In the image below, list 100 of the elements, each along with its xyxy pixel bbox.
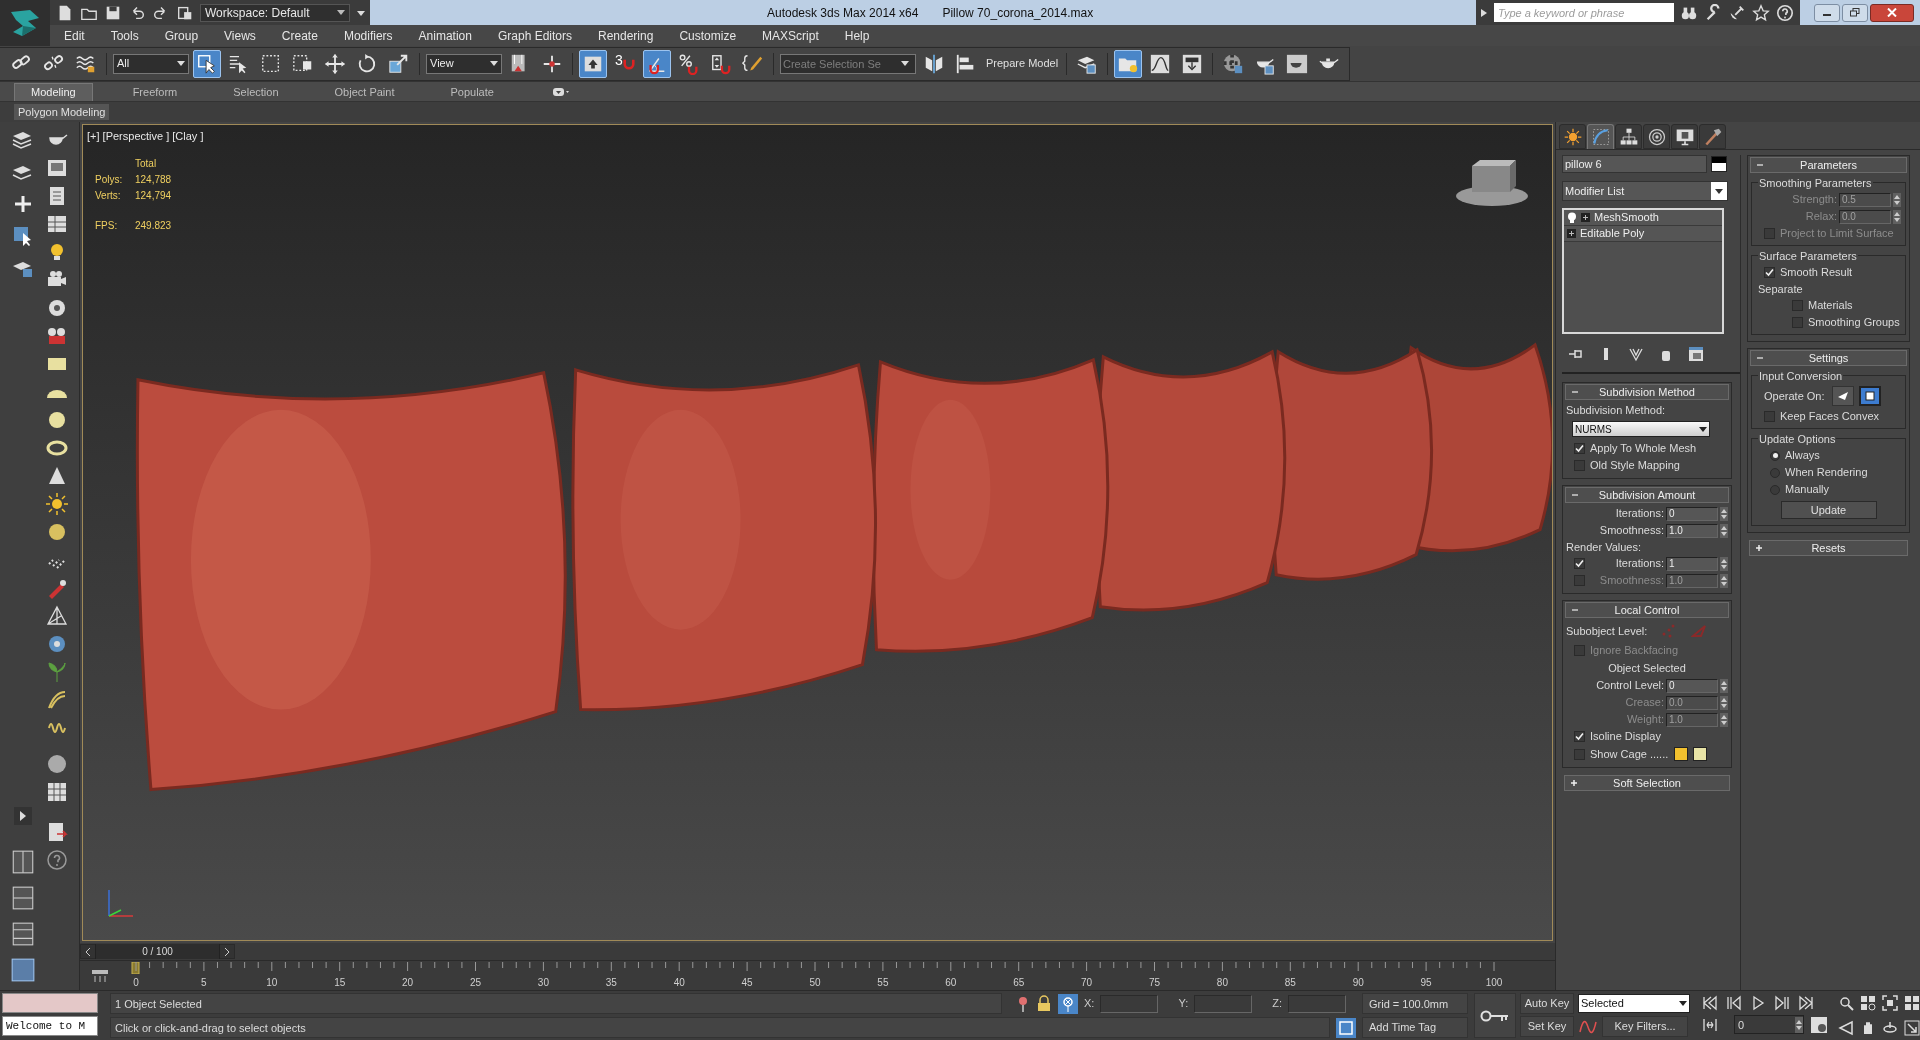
ribbon-tab[interactable]: Modeling: [14, 83, 93, 101]
update-button[interactable]: Update: [1780, 501, 1877, 519]
dropdown[interactable]: NURMS: [1572, 421, 1710, 437]
set-key-button[interactable]: Set Key: [1520, 1016, 1574, 1037]
spinner-field[interactable]: 1.0: [1666, 523, 1718, 538]
frame-number: 45: [741, 976, 753, 990]
menu-item[interactable]: Tools: [110, 26, 139, 45]
frame-number: 55: [877, 976, 889, 990]
frame-number: 95: [1420, 976, 1432, 990]
menu-item[interactable]: Help: [844, 26, 870, 45]
field-label: Subobject Level:: [1566, 623, 1648, 639]
frame-number: 75: [1148, 976, 1161, 990]
checkbox-label: Old Style Mapping: [1590, 458, 1680, 474]
prepare-model-label: Prepare Model: [985, 56, 1060, 72]
frame-number: 40: [673, 976, 685, 990]
rollout-title: Soft Selection: [1612, 775, 1682, 791]
stats-value: 124,788: [135, 173, 172, 187]
spinner-field[interactable]: 0: [1666, 506, 1718, 521]
stats-header: Total: [135, 157, 158, 171]
auto-key-button[interactable]: Auto Key: [1520, 993, 1574, 1014]
workspace-dropdown[interactable]: Workspace: Default: [200, 3, 350, 22]
frame-number: 25: [469, 976, 482, 990]
rollout-header[interactable]: Local Control: [1565, 602, 1729, 618]
viewport[interactable]: [+] [Perspective ] [Clay ] Total Polys: 124,788 Verts: 124,794 FPS: 249.823: [82, 124, 1553, 941]
radio-label: Always: [1785, 448, 1820, 464]
menu-item[interactable]: Customize: [679, 26, 737, 45]
window-title: Autodesk 3ds Max 2014 x64: [767, 4, 919, 22]
field-label: Subdivision Method:: [1566, 403, 1667, 418]
rollout-header[interactable]: Resets: [1749, 540, 1908, 556]
radio-label: When Rendering: [1785, 465, 1868, 481]
modifier-stack-item[interactable]: Editable Poly: [1564, 226, 1722, 242]
ribbon-tab[interactable]: Selection: [217, 83, 295, 101]
menu-item[interactable]: Views: [224, 26, 256, 45]
dropdown[interactable]: All: [113, 53, 189, 74]
ribbon-tab[interactable]: Freeform: [116, 83, 194, 101]
ribbon-tab[interactable]: Object Paint: [318, 83, 411, 101]
menu-item[interactable]: Graph Editors: [497, 26, 572, 45]
menu-item[interactable]: Modifiers: [343, 26, 393, 45]
viewport-label[interactable]: [+] [Perspective ] [Clay ]: [87, 128, 204, 145]
key-filters-button[interactable]: Key Filters...: [1602, 1016, 1688, 1037]
grid-size-status: Grid = 100.0mm: [1362, 993, 1468, 1014]
object-name-field[interactable]: pillow 6: [1562, 155, 1707, 173]
frame-number: 85: [1284, 976, 1296, 990]
modifier-list-dropdown[interactable]: Modifier List: [1562, 181, 1728, 201]
rollout-header[interactable]: Settings: [1750, 350, 1907, 366]
checkbox-label: Isoline Display: [1590, 729, 1661, 745]
frame-number: 60: [945, 976, 957, 990]
frame-number: 0: [133, 976, 139, 990]
rollout-title: Subdivision Method: [1598, 384, 1696, 400]
rollout-title: Local Control: [1613, 602, 1681, 618]
ribbon-panel-label[interactable]: Polygon Modeling: [14, 103, 110, 121]
status-text: Object Selected: [1607, 661, 1687, 676]
time-slider[interactable]: 0 / 100: [80, 944, 235, 959]
rollout-title: Parameters: [1799, 157, 1858, 173]
spinner-field[interactable]: 0: [1666, 678, 1718, 693]
rollout-title: Subdivision Amount: [1597, 487, 1697, 503]
modifier-stack-item[interactable]: MeshSmooth: [1564, 210, 1722, 226]
coordinate-label: Z:: [1272, 996, 1282, 1012]
frame-number: 15: [334, 976, 346, 990]
menu-item[interactable]: Edit: [64, 26, 85, 45]
menu-item[interactable]: Group: [164, 26, 199, 45]
modifier-stack[interactable]: MeshSmooth Editable Poly: [1562, 208, 1724, 334]
key-mode-dropdown[interactable]: Selected: [1578, 994, 1690, 1013]
menu-item[interactable]: MAXScript: [762, 26, 819, 45]
script-output-field[interactable]: Welcome to M: [2, 1016, 98, 1036]
spinner-field[interactable]: 1: [1666, 556, 1718, 571]
rollout-header[interactable]: Soft Selection: [1564, 775, 1730, 791]
menu-item[interactable]: Animation: [418, 26, 472, 45]
frame-number: 30: [537, 976, 549, 990]
spinner-label: Relax:: [1805, 209, 1837, 225]
frame-number: 20: [402, 976, 414, 990]
menu-item[interactable]: Create: [281, 26, 318, 45]
search-field[interactable]: Type a keyword or phrase: [1494, 3, 1674, 22]
spinner-label: Iterations:: [1615, 556, 1664, 572]
file-name: Pillow 70_corona_2014.max: [942, 4, 1094, 22]
add-time-tag-button[interactable]: Add Time Tag: [1362, 1017, 1468, 1038]
selection-set-dropdown[interactable]: Create Selection Se: [780, 53, 916, 74]
field-label: Operate On:: [1764, 388, 1825, 404]
menu-item[interactable]: Rendering: [598, 26, 654, 45]
rollout-header[interactable]: Parameters: [1750, 157, 1907, 173]
checkbox-label: Apply To Whole Mesh: [1590, 441, 1697, 457]
spinner-label: Crease:: [1625, 695, 1664, 711]
dropdown[interactable]: View: [426, 53, 502, 74]
stats-label: Verts:: [95, 189, 122, 203]
rollout-header[interactable]: Subdivision Amount: [1565, 487, 1729, 503]
frame-number: 70: [1081, 976, 1093, 990]
stats-value: 124,794: [135, 189, 172, 203]
frame-field[interactable]: 0: [1734, 1015, 1804, 1034]
checkbox-label: Project to Limit Surface: [1780, 226, 1894, 242]
rollout-title: Settings: [1807, 350, 1850, 366]
selection-status: 1 Object Selected: [110, 993, 1002, 1014]
rollout-header[interactable]: Subdivision Method: [1565, 384, 1729, 400]
snap-toggle-button[interactable]: 3: [611, 49, 639, 78]
coordinate-label: Y:: [1178, 996, 1189, 1012]
ribbon-tab[interactable]: Populate: [434, 83, 510, 101]
frame-input[interactable]: 0: [1735, 1016, 1795, 1033]
fps-label: FPS:: [95, 219, 119, 233]
checkbox-label: Show Cage ......: [1590, 746, 1669, 762]
spinner-label: Control Level:: [1596, 678, 1664, 694]
checkbox-label: Ignore Backfacing: [1590, 643, 1679, 659]
